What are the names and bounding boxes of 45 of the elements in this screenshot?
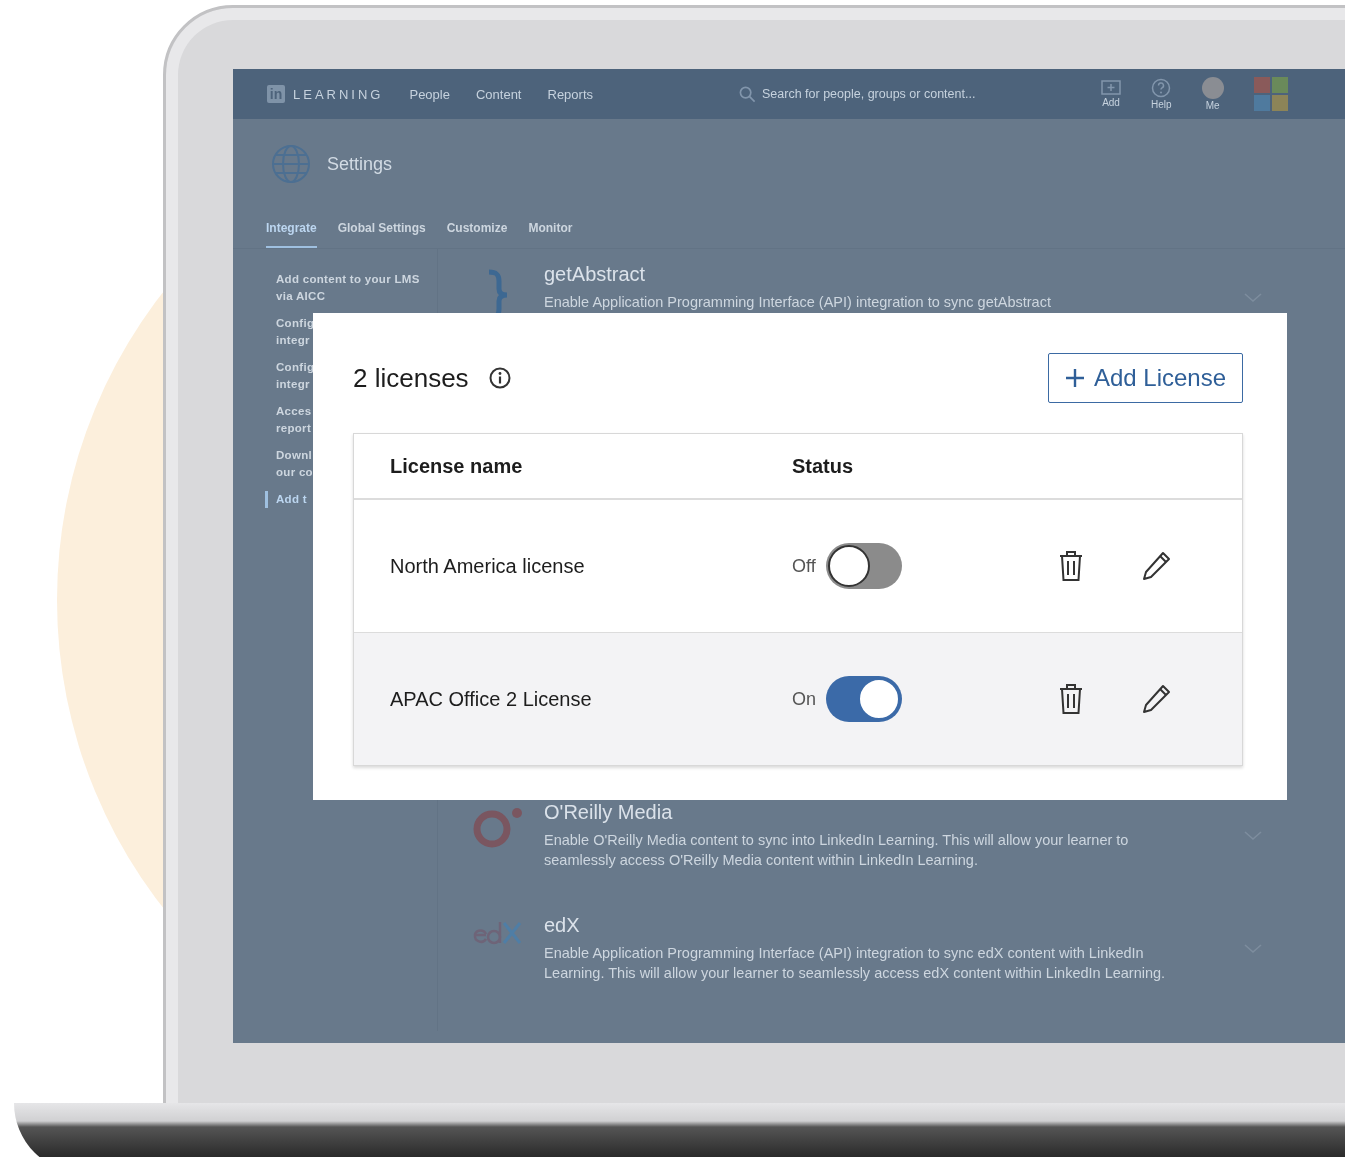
page-title: Settings [327, 153, 393, 175]
profile-button[interactable]: Me [1201, 77, 1224, 111]
license-row[interactable]: North America license Off [354, 500, 1242, 633]
license-name: APAC Office 2 License [390, 687, 593, 711]
avatar-icon [1201, 77, 1224, 99]
settings-tab[interactable]: Global Settings [337, 221, 426, 248]
column-header: Status [792, 454, 855, 478]
add-icon [1101, 80, 1122, 96]
dialog-title: 2 licenses [353, 362, 469, 394]
column-header: License name [390, 454, 524, 478]
integration-description: Enable O'Reilly Media content to sync into LinkedIn Learning. This will allow your learner to seamlessly access O'Reilly Media content within LinkedIn Learning. [544, 831, 1130, 870]
logo-text: LEARNING [293, 86, 384, 102]
nav-link[interactable]: Content [475, 86, 522, 102]
status-label: On [792, 688, 816, 710]
help-icon [1151, 78, 1172, 98]
settings-tab[interactable]: Customize [446, 221, 508, 248]
license-row[interactable]: APAC Office 2 License On [354, 633, 1242, 765]
settings-tab[interactable]: Monitor [528, 221, 573, 248]
pencil-icon[interactable] [1142, 550, 1172, 582]
sidebar-item[interactable]: Add content to your LMS via AICC [233, 271, 437, 305]
nav-link[interactable]: Reports [547, 86, 594, 102]
help-button[interactable]: Help [1151, 78, 1172, 110]
nav-link[interactable]: People [409, 86, 450, 102]
trash-icon[interactable] [1058, 683, 1084, 715]
license-name: North America license [390, 554, 586, 578]
info-icon[interactable] [488, 367, 511, 389]
add-license-button[interactable]: Add License [1047, 353, 1243, 403]
globe-icon [271, 144, 311, 184]
trash-icon[interactable] [1058, 550, 1084, 582]
pencil-icon[interactable] [1142, 683, 1172, 715]
plus-icon [1064, 368, 1085, 388]
search-icon [739, 85, 757, 103]
integration-name: edX [544, 914, 581, 937]
integration-name: O'Reilly Media [544, 801, 674, 824]
integration-name: getAbstract [544, 263, 647, 286]
status-toggle[interactable] [826, 676, 902, 722]
status-toggle[interactable] [825, 543, 902, 589]
ring-logo-icon [472, 807, 524, 849]
integration-description: Enable Application Programming Interface (API) integration to sync edX content with LinkedIn Learning. This will allow your learner to seamlessly access edX content within LinkedIn Learning. [544, 944, 1167, 983]
status-label: Off [792, 555, 816, 577]
integration-description: Enable Application Programming Interface (API) integration to sync getAbstract [544, 293, 1052, 312]
add-button[interactable]: Add [1101, 80, 1122, 108]
search-field[interactable]: Search for people, groups or content... [739, 85, 1040, 103]
edx-logo-icon [472, 920, 524, 946]
settings-tab[interactable]: Integrate [266, 221, 317, 248]
